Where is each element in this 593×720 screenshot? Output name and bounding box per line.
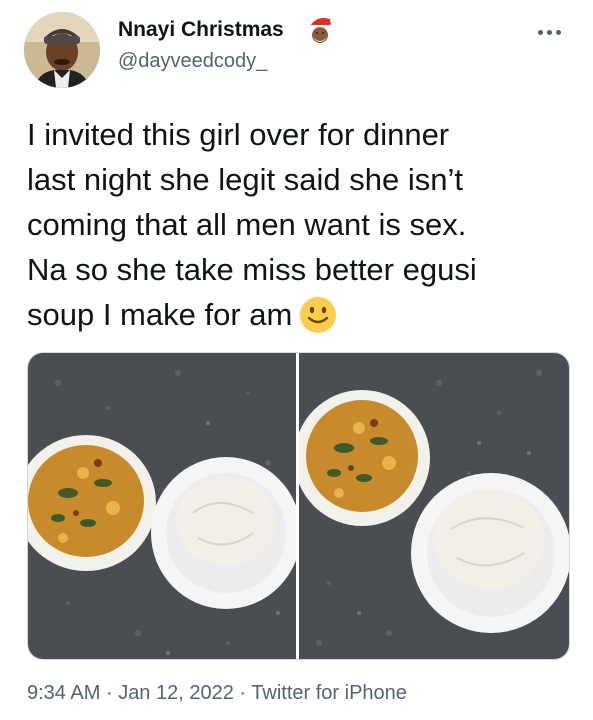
egusi-soup-and-pounded-yam-photo-2[interactable] [299, 353, 569, 659]
more-options-button[interactable] [534, 22, 566, 44]
meta-separator: · [105, 682, 113, 704]
tweet-text-line: I invited this girl over for dinner [27, 117, 450, 152]
photo-image [299, 353, 569, 659]
more-icon-dot [538, 30, 543, 35]
tweet-text-line: coming that all men want is sex. [27, 207, 467, 242]
tweet-media[interactable] [27, 352, 570, 660]
tweet-text-line: last night she legit said she isn’t [27, 162, 463, 197]
santa-claus-icon [308, 18, 336, 43]
tweet-text: I invited this girl over for dinner last… [27, 112, 572, 337]
slightly-smiling-face-icon [300, 297, 337, 333]
more-icon-dot [547, 30, 552, 35]
tweet-date[interactable]: Jan 12, 2022 [118, 682, 234, 704]
photo-image [28, 353, 296, 659]
tweet-text-line: Na so she take miss better egusi [27, 252, 477, 287]
tweet-meta: 9:34 AM · Jan 12, 2022 · Twitter for iPh… [27, 682, 407, 705]
tweet-text-line: soup I make for am [27, 297, 293, 332]
author-name[interactable]: Nnayi Christmas [118, 18, 284, 42]
more-icon-dot [556, 30, 561, 35]
meta-separator: · [239, 682, 247, 704]
avatar[interactable] [24, 12, 100, 88]
avatar-image [24, 12, 100, 88]
tweet-source[interactable]: Twitter for iPhone [251, 682, 407, 704]
tweet-time[interactable]: 9:34 AM [27, 682, 100, 704]
tweet-text-line-last: soup I make for am [27, 292, 572, 337]
author-handle[interactable]: @dayveedcody_ [118, 50, 267, 73]
egusi-soup-and-pounded-yam-photo-1[interactable] [28, 353, 296, 659]
